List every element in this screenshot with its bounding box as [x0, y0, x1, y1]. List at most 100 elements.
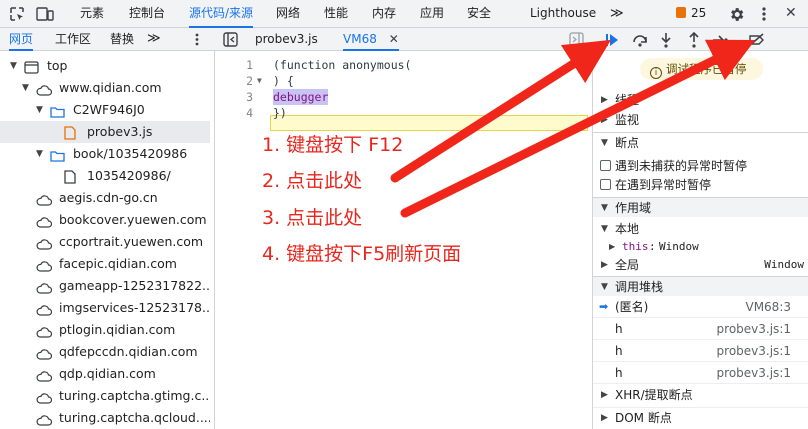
- frame-location[interactable]: probev3.js:1: [717, 318, 791, 340]
- tab-overrides[interactable]: 替换: [110, 28, 134, 51]
- tree-item-label: turing.captcha.gtimg.c...: [59, 388, 210, 403]
- tree-item[interactable]: qdfepccdn.qidian.com: [0, 341, 210, 363]
- gear-icon[interactable]: [728, 6, 745, 23]
- tab-page[interactable]: 网页: [9, 28, 34, 51]
- resume-icon[interactable]: [603, 31, 621, 49]
- tab-sources[interactable]: 源代码/来源: [189, 0, 254, 28]
- scope-global[interactable]: ▶ 全局 Window: [593, 255, 808, 275]
- tree-item-label: top: [47, 58, 68, 73]
- call-frame[interactable]: h probev3.js:1: [593, 362, 808, 384]
- pause-uncaught-option[interactable]: 遇到未捕获的异常时暂停: [593, 156, 808, 176]
- this-colon: :: [649, 240, 656, 253]
- call-frame[interactable]: h probev3.js:1: [593, 318, 808, 340]
- this-key: this: [622, 240, 649, 253]
- step-out-icon[interactable]: [685, 31, 703, 49]
- tree-item[interactable]: ccportrait.yuewen.com: [0, 231, 210, 253]
- tree-item[interactable]: facepic.qidian.com: [0, 253, 210, 275]
- threads-section[interactable]: ▶ 线程: [593, 90, 808, 110]
- scope-global-label: 全局: [615, 258, 640, 272]
- frame-location[interactable]: VM68:3: [745, 296, 791, 318]
- step-over-icon[interactable]: [631, 31, 649, 49]
- pause-caught-option[interactable]: 在遇到异常时暂停: [593, 175, 808, 195]
- close-icon[interactable]: ✕: [389, 28, 399, 50]
- line-number[interactable]: 1: [237, 57, 253, 73]
- frame-function: h: [615, 322, 623, 336]
- instruction-1: 1. 键盘按下 F12: [262, 134, 404, 156]
- tree-item[interactable]: ▼ www.qidian.com: [0, 77, 210, 99]
- line-number[interactable]: 3: [237, 89, 253, 105]
- issues-badge[interactable]: 25: [676, 5, 706, 22]
- cloud-icon: [36, 213, 53, 231]
- tree-item[interactable]: imgservices-12523178...: [0, 297, 210, 319]
- breakpoints-section[interactable]: ▼ 断点: [593, 132, 808, 152]
- tree-item[interactable]: qdp.qidian.com: [0, 363, 210, 385]
- section-label: 线程: [615, 93, 640, 107]
- editor-tab-probev3[interactable]: probev3.js: [255, 28, 318, 51]
- expanded-triangle-icon: ▼: [601, 224, 608, 234]
- tree-item-label: qdfepccdn.qidian.com: [59, 344, 198, 359]
- tree-item[interactable]: ▼ top: [0, 55, 210, 77]
- tree-item[interactable]: ▼ book/1035420986: [0, 143, 210, 165]
- expanded-triangle-icon[interactable]: ▼: [36, 143, 43, 165]
- cloud-icon: [36, 301, 53, 319]
- navigator-menu-icon[interactable]: [194, 33, 200, 46]
- tab-application[interactable]: 应用: [420, 0, 444, 28]
- line-number[interactable]: 2: [237, 73, 253, 89]
- navigator-more-button[interactable]: ≫: [147, 28, 161, 51]
- call-frame[interactable]: ➡ (匿名) VM68:3: [593, 296, 808, 318]
- call-stack-section[interactable]: ▼ 调用堆栈: [593, 276, 808, 296]
- pause-uncaught-checkbox[interactable]: [600, 160, 611, 171]
- kebab-icon[interactable]: [760, 6, 768, 22]
- more-tabs-button[interactable]: ≫: [610, 0, 624, 28]
- toggle-navigator-icon[interactable]: [223, 32, 238, 47]
- tree-item[interactable]: gameapp-1252317822....: [0, 275, 210, 297]
- tab-workspace[interactable]: 工作区: [55, 28, 91, 51]
- collapsed-triangle-icon: ▶: [601, 413, 608, 423]
- xhr-breakpoints-section[interactable]: ▶ XHR/提取断点: [593, 385, 808, 405]
- expanded-triangle-icon[interactable]: ▼: [22, 77, 29, 99]
- dom-breakpoints-section[interactable]: ▶ DOM 断点: [593, 407, 808, 427]
- scope-this-row[interactable]: ▶ this : Window: [593, 237, 808, 257]
- step-into-icon[interactable]: [657, 31, 675, 49]
- step-icon[interactable]: [711, 31, 729, 49]
- tab-console[interactable]: 控制台: [129, 0, 165, 28]
- tree-item[interactable]: aegis.cdn-go.cn: [0, 187, 210, 209]
- editor-tab-vm68-label: VM68: [343, 32, 377, 46]
- tab-memory[interactable]: 内存: [372, 0, 396, 28]
- call-frame[interactable]: h probev3.js:1: [593, 340, 808, 362]
- close-devtools-button[interactable]: ✕: [785, 0, 797, 28]
- scope-local[interactable]: ▼ 本地: [593, 219, 808, 239]
- tree-item[interactable]: 1035420986/: [0, 165, 210, 187]
- debugger-toolbar: [593, 28, 808, 51]
- tab-network[interactable]: 网络: [276, 0, 300, 28]
- tree-item[interactable]: ▼ C2WF946J0: [0, 99, 210, 121]
- tree-item[interactable]: turing.captcha.qcloud....: [0, 407, 210, 429]
- pause-caught-checkbox[interactable]: [600, 179, 611, 190]
- tree-item[interactable]: bookcover.yuewen.com: [0, 209, 210, 231]
- tree-item[interactable]: probev3.js: [0, 121, 210, 143]
- tab-lighthouse[interactable]: Lighthouse: [530, 0, 596, 28]
- line-number[interactable]: 4: [237, 105, 253, 121]
- folder-icon: [50, 103, 65, 121]
- frame-location[interactable]: probev3.js:1: [717, 340, 791, 362]
- deactivate-breakpoints-icon[interactable]: [747, 31, 765, 49]
- tab-elements[interactable]: 元素: [80, 0, 104, 28]
- cloud-icon: [36, 323, 53, 341]
- editor-tab-vm68[interactable]: VM68 ✕: [343, 28, 399, 51]
- tab-performance[interactable]: 性能: [324, 0, 348, 28]
- watch-section[interactable]: ▶ 监视: [593, 110, 808, 130]
- fold-icon[interactable]: ▼: [257, 73, 262, 89]
- frame-location[interactable]: probev3.js:1: [717, 362, 791, 384]
- tree-item-label: www.qidian.com: [59, 80, 162, 95]
- device-toolbar-icon[interactable]: [36, 6, 54, 22]
- toggle-debugger-icon[interactable]: [569, 32, 584, 47]
- tree-item[interactable]: ptlogin.qidian.com: [0, 319, 210, 341]
- tree-item[interactable]: turing.captcha.gtimg.c...: [0, 385, 210, 407]
- inspect-element-icon[interactable]: [9, 6, 25, 22]
- expanded-triangle-icon[interactable]: ▼: [36, 99, 43, 121]
- collapsed-triangle-icon: ▶: [601, 390, 608, 400]
- scope-section[interactable]: ▼ 作用域: [593, 197, 808, 217]
- tab-security[interactable]: 安全: [467, 0, 491, 28]
- expanded-triangle-icon[interactable]: ▼: [10, 55, 17, 77]
- tree-item-label: ptlogin.qidian.com: [59, 322, 176, 337]
